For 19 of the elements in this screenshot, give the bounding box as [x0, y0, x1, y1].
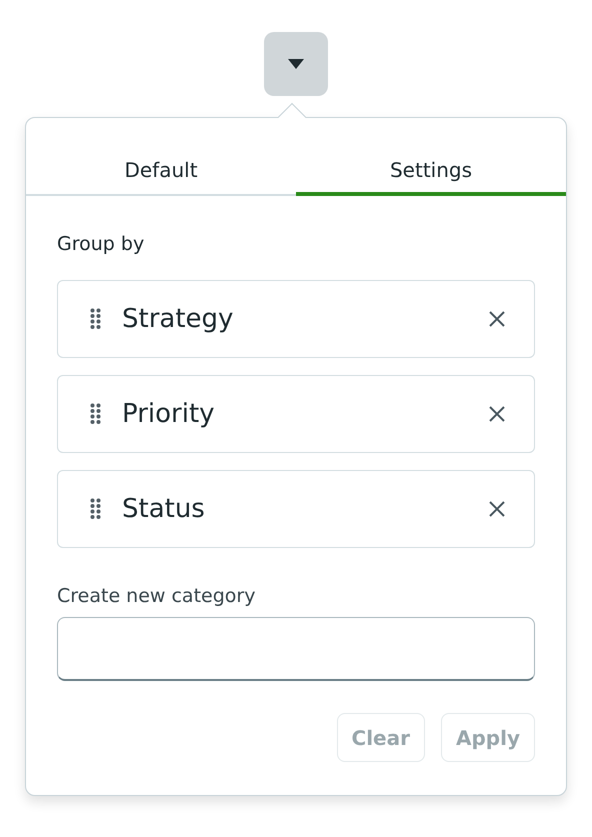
- dropdown-toggle-button[interactable]: [264, 32, 328, 96]
- input-field[interactable]: [57, 617, 535, 681]
- tab[interactable]: Settings: [296, 148, 566, 196]
- close-icon[interactable]: [488, 405, 506, 423]
- group-item-label: Priority: [122, 399, 216, 429]
- drag-handle-icon[interactable]: [90, 498, 102, 520]
- group-item-label: Status: [122, 494, 206, 524]
- tab[interactable]: Default: [26, 148, 296, 196]
- group-item[interactable]: Priority: [57, 375, 535, 453]
- section-label: Group by: [57, 233, 146, 255]
- close-icon[interactable]: [488, 310, 506, 328]
- caret-icon: [287, 58, 305, 70]
- drag-handle-icon[interactable]: [90, 403, 102, 425]
- field-label: Create new category: [57, 585, 256, 607]
- group-item[interactable]: Strategy: [57, 280, 535, 358]
- group-item-label: Strategy: [122, 304, 234, 334]
- close-icon[interactable]: [488, 500, 506, 518]
- group-item[interactable]: Status: [57, 470, 535, 548]
- drag-handle-icon[interactable]: [90, 308, 102, 330]
